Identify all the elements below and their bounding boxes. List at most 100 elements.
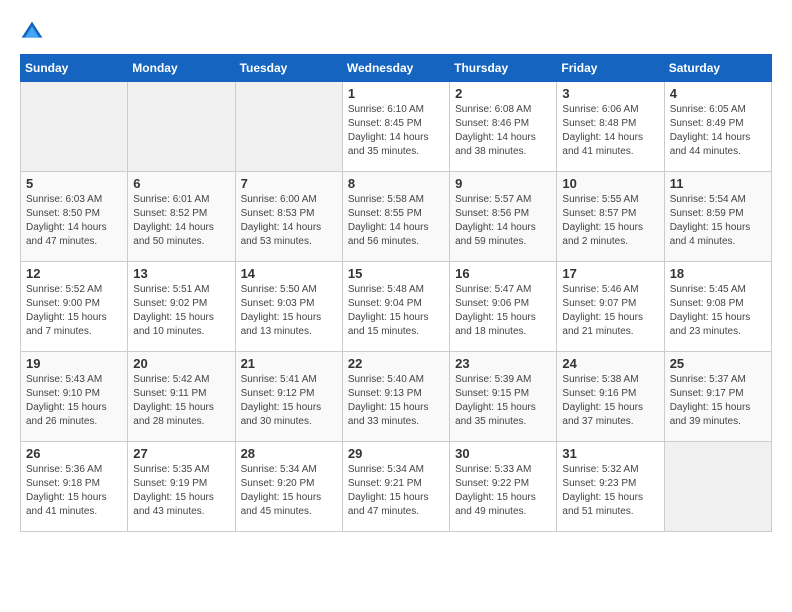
calendar-cell: 23 Sunrise: 5:39 AMSunset: 9:15 PMDayligh… bbox=[450, 352, 557, 442]
calendar-cell bbox=[664, 442, 771, 532]
calendar-week-row: 5Sunrise: 6:03 AMSunset: 8:50 PMDaylight… bbox=[21, 172, 772, 262]
calendar-cell: 22 Sunrise: 5:40 AMSunset: 9:13 PMDayligh… bbox=[342, 352, 449, 442]
calendar-cell: 9 Sunrise: 5:57 AMSunset: 8:56 PMDaylight… bbox=[450, 172, 557, 262]
calendar-cell: 8Sunrise: 5:58 AMSunset: 8:55 PMDaylight… bbox=[342, 172, 449, 262]
day-info: Sunrise: 6:06 AMSunset: 8:48 PMDaylight:… bbox=[562, 103, 658, 159]
calendar-cell: 1 Sunrise: 6:10 AMSunset: 8:45 PMDaylight… bbox=[342, 82, 449, 172]
calendar-cell bbox=[235, 82, 342, 172]
calendar-week-row: 1 Sunrise: 6:10 AMSunset: 8:45 PMDaylight… bbox=[21, 82, 772, 172]
day-info: Sunrise: 5:58 AMSunset: 8:55 PMDaylight:… bbox=[348, 193, 444, 249]
day-number: 27 bbox=[133, 446, 229, 461]
day-number: 15 bbox=[348, 266, 444, 281]
day-info: Sunrise: 5:55 AMSunset: 8:57 PMDaylight:… bbox=[562, 193, 658, 249]
calendar-cell: 17 Sunrise: 5:46 AMSunset: 9:07 PMDayligh… bbox=[557, 262, 664, 352]
day-info: Sunrise: 6:00 AMSunset: 8:53 PMDaylight:… bbox=[241, 193, 337, 249]
calendar-cell: 27 Sunrise: 5:35 AMSunset: 9:19 PMDayligh… bbox=[128, 442, 235, 532]
day-info: Sunrise: 5:50 AMSunset: 9:03 PMDaylight:… bbox=[241, 283, 337, 339]
day-number: 12 bbox=[26, 266, 122, 281]
calendar-cell: 10 Sunrise: 5:55 AMSunset: 8:57 PMDayligh… bbox=[557, 172, 664, 262]
weekday-header-wednesday: Wednesday bbox=[342, 55, 449, 82]
day-number: 14 bbox=[241, 266, 337, 281]
day-number: 22 bbox=[348, 356, 444, 371]
day-number: 18 bbox=[670, 266, 766, 281]
calendar-cell: 4Sunrise: 6:05 AMSunset: 8:49 PMDaylight… bbox=[664, 82, 771, 172]
day-number: 21 bbox=[241, 356, 337, 371]
weekday-header-tuesday: Tuesday bbox=[235, 55, 342, 82]
calendar-cell: 26 Sunrise: 5:36 AMSunset: 9:18 PMDayligh… bbox=[21, 442, 128, 532]
calendar-cell: 3Sunrise: 6:06 AMSunset: 8:48 PMDaylight… bbox=[557, 82, 664, 172]
calendar-cell: 30 Sunrise: 5:33 AMSunset: 9:22 PMDayligh… bbox=[450, 442, 557, 532]
day-info: Sunrise: 6:08 AMSunset: 8:46 PMDaylight:… bbox=[455, 103, 551, 159]
day-info: Sunrise: 5:40 AMSunset: 9:13 PMDaylight:… bbox=[348, 373, 444, 429]
day-info: Sunrise: 6:10 AMSunset: 8:45 PMDaylight:… bbox=[348, 103, 444, 159]
calendar-cell: 15 Sunrise: 5:48 AMSunset: 9:04 PMDayligh… bbox=[342, 262, 449, 352]
calendar-cell: 12Sunrise: 5:52 AMSunset: 9:00 PMDayligh… bbox=[21, 262, 128, 352]
day-number: 29 bbox=[348, 446, 444, 461]
calendar-cell: 14 Sunrise: 5:50 AMSunset: 9:03 PMDayligh… bbox=[235, 262, 342, 352]
calendar-cell: 19Sunrise: 5:43 AMSunset: 9:10 PMDayligh… bbox=[21, 352, 128, 442]
day-number: 4 bbox=[670, 86, 766, 101]
calendar-cell: 13 Sunrise: 5:51 AMSunset: 9:02 PMDayligh… bbox=[128, 262, 235, 352]
weekday-header-saturday: Saturday bbox=[664, 55, 771, 82]
day-info: Sunrise: 5:32 AMSunset: 9:23 PMDaylight:… bbox=[562, 463, 658, 519]
day-info: Sunrise: 5:36 AMSunset: 9:18 PMDaylight:… bbox=[26, 463, 122, 519]
day-info: Sunrise: 5:34 AMSunset: 9:20 PMDaylight:… bbox=[241, 463, 337, 519]
day-number: 25 bbox=[670, 356, 766, 371]
calendar-cell: 20Sunrise: 5:42 AMSunset: 9:11 PMDayligh… bbox=[128, 352, 235, 442]
weekday-header-row: SundayMondayTuesdayWednesdayThursdayFrid… bbox=[21, 55, 772, 82]
calendar-cell bbox=[128, 82, 235, 172]
calendar-cell: 7 Sunrise: 6:00 AMSunset: 8:53 PMDaylight… bbox=[235, 172, 342, 262]
day-info: Sunrise: 6:01 AMSunset: 8:52 PMDaylight:… bbox=[133, 193, 229, 249]
weekday-header-friday: Friday bbox=[557, 55, 664, 82]
day-info: Sunrise: 5:51 AMSunset: 9:02 PMDaylight:… bbox=[133, 283, 229, 339]
calendar-cell: 11 Sunrise: 5:54 AMSunset: 8:59 PMDayligh… bbox=[664, 172, 771, 262]
day-info: Sunrise: 6:03 AMSunset: 8:50 PMDaylight:… bbox=[26, 193, 122, 249]
calendar-table: SundayMondayTuesdayWednesdayThursdayFrid… bbox=[20, 54, 772, 532]
weekday-header-thursday: Thursday bbox=[450, 55, 557, 82]
day-info: Sunrise: 5:35 AMSunset: 9:19 PMDaylight:… bbox=[133, 463, 229, 519]
day-info: Sunrise: 5:33 AMSunset: 9:22 PMDaylight:… bbox=[455, 463, 551, 519]
day-number: 9 bbox=[455, 176, 551, 191]
calendar-cell: 24 Sunrise: 5:38 AMSunset: 9:16 PMDayligh… bbox=[557, 352, 664, 442]
calendar-cell: 2Sunrise: 6:08 AMSunset: 8:46 PMDaylight… bbox=[450, 82, 557, 172]
calendar-cell: 21Sunrise: 5:41 AMSunset: 9:12 PMDayligh… bbox=[235, 352, 342, 442]
day-number: 16 bbox=[455, 266, 551, 281]
day-number: 28 bbox=[241, 446, 337, 461]
day-number: 23 bbox=[455, 356, 551, 371]
day-info: Sunrise: 5:57 AMSunset: 8:56 PMDaylight:… bbox=[455, 193, 551, 249]
day-info: Sunrise: 5:34 AMSunset: 9:21 PMDaylight:… bbox=[348, 463, 444, 519]
logo-icon bbox=[20, 20, 44, 44]
weekday-header-sunday: Sunday bbox=[21, 55, 128, 82]
logo bbox=[20, 20, 48, 44]
weekday-header-monday: Monday bbox=[128, 55, 235, 82]
calendar-cell: 29 Sunrise: 5:34 AMSunset: 9:21 PMDayligh… bbox=[342, 442, 449, 532]
day-number: 30 bbox=[455, 446, 551, 461]
calendar-cell: 18 Sunrise: 5:45 AMSunset: 9:08 PMDayligh… bbox=[664, 262, 771, 352]
day-number: 11 bbox=[670, 176, 766, 191]
day-info: Sunrise: 5:47 AMSunset: 9:06 PMDaylight:… bbox=[455, 283, 551, 339]
calendar-cell: 28 Sunrise: 5:34 AMSunset: 9:20 PMDayligh… bbox=[235, 442, 342, 532]
calendar-cell bbox=[21, 82, 128, 172]
calendar-week-row: 12Sunrise: 5:52 AMSunset: 9:00 PMDayligh… bbox=[21, 262, 772, 352]
day-info: Sunrise: 5:48 AMSunset: 9:04 PMDaylight:… bbox=[348, 283, 444, 339]
day-info: Sunrise: 5:37 AMSunset: 9:17 PMDaylight:… bbox=[670, 373, 766, 429]
calendar-cell: 6Sunrise: 6:01 AMSunset: 8:52 PMDaylight… bbox=[128, 172, 235, 262]
day-info: Sunrise: 5:46 AMSunset: 9:07 PMDaylight:… bbox=[562, 283, 658, 339]
day-number: 7 bbox=[241, 176, 337, 191]
day-number: 17 bbox=[562, 266, 658, 281]
day-number: 26 bbox=[26, 446, 122, 461]
calendar-cell: 16 Sunrise: 5:47 AMSunset: 9:06 PMDayligh… bbox=[450, 262, 557, 352]
day-number: 31 bbox=[562, 446, 658, 461]
day-number: 13 bbox=[133, 266, 229, 281]
day-info: Sunrise: 5:38 AMSunset: 9:16 PMDaylight:… bbox=[562, 373, 658, 429]
day-info: Sunrise: 5:39 AMSunset: 9:15 PMDaylight:… bbox=[455, 373, 551, 429]
day-number: 19 bbox=[26, 356, 122, 371]
day-number: 1 bbox=[348, 86, 444, 101]
day-number: 10 bbox=[562, 176, 658, 191]
day-number: 20 bbox=[133, 356, 229, 371]
day-info: Sunrise: 5:54 AMSunset: 8:59 PMDaylight:… bbox=[670, 193, 766, 249]
day-info: Sunrise: 5:45 AMSunset: 9:08 PMDaylight:… bbox=[670, 283, 766, 339]
day-number: 24 bbox=[562, 356, 658, 371]
calendar-cell: 25 Sunrise: 5:37 AMSunset: 9:17 PMDayligh… bbox=[664, 352, 771, 442]
page-header bbox=[20, 20, 772, 44]
